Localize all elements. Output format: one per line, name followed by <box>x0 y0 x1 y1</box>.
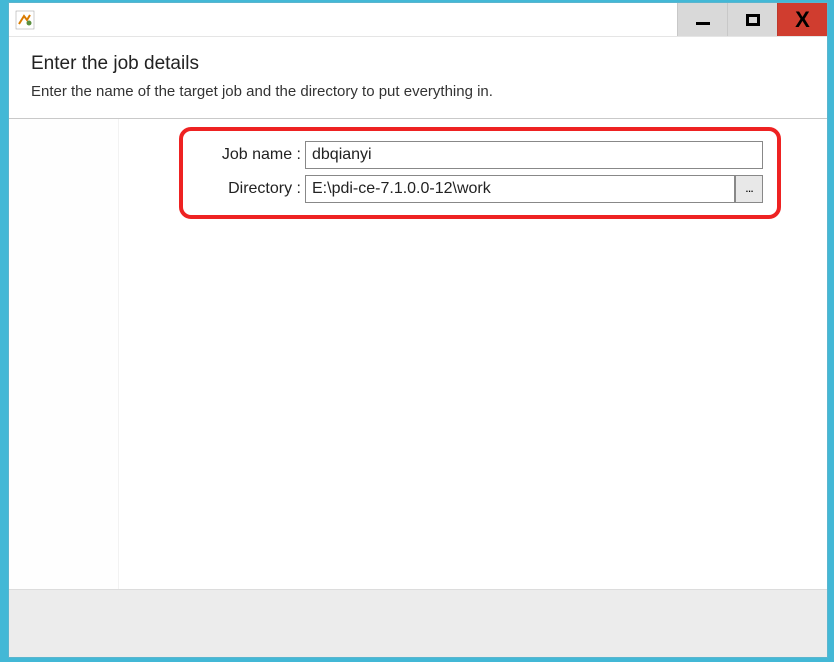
job-name-label: Job name : <box>193 146 305 164</box>
page-subtitle: Enter the name of the target job and the… <box>31 83 805 100</box>
browse-button[interactable]: ... <box>735 175 763 203</box>
close-button[interactable]: X <box>777 3 827 36</box>
titlebar-left <box>9 10 35 30</box>
close-icon: X <box>795 9 810 31</box>
form-highlight-box: Job name : Directory : ... <box>179 127 781 219</box>
content-area: Job name : Directory : ... <box>9 119 827 591</box>
minimize-icon <box>696 22 710 25</box>
maximize-button[interactable] <box>727 3 777 36</box>
header-section: Enter the job details Enter the name of … <box>9 37 827 119</box>
window-controls: X <box>677 3 827 36</box>
minimize-button[interactable] <box>677 3 727 36</box>
page-title: Enter the job details <box>31 53 805 75</box>
left-panel <box>9 119 119 591</box>
directory-input[interactable] <box>305 175 735 203</box>
directory-row: Directory : ... <box>193 175 763 203</box>
titlebar: X <box>9 3 827 37</box>
directory-label: Directory : <box>193 180 305 198</box>
job-name-row: Job name : <box>193 141 763 169</box>
app-icon <box>15 10 35 30</box>
dialog-window: X Enter the job details Enter the name o… <box>8 2 828 658</box>
maximize-icon <box>746 14 760 26</box>
footer-area <box>9 589 827 657</box>
job-name-input[interactable] <box>305 141 763 169</box>
